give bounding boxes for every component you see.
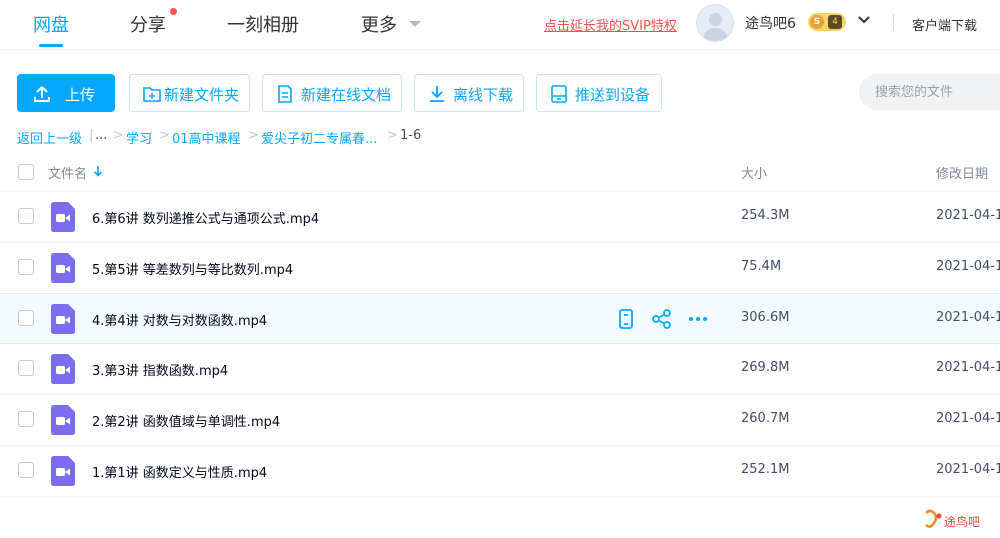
file-size: 254.3M — [741, 208, 790, 223]
column-header-date[interactable]: 修改日期 — [936, 163, 988, 182]
new-folder-icon — [143, 87, 161, 102]
breadcrumb-separator: > — [159, 128, 170, 143]
tab-photo-album[interactable]: 一刻相册 — [227, 11, 299, 37]
notification-dot — [170, 8, 177, 15]
video-file-icon — [51, 456, 75, 486]
column-header-size[interactable]: 大小 — [741, 163, 767, 182]
table-row[interactable]: 6.第6讲 数列递推公式与通项公式.mp4 254.3M 2021-04-19 — [0, 192, 1000, 243]
breadcrumb-separator: > — [387, 128, 398, 143]
file-size: 306.6M — [741, 310, 790, 325]
breadcrumb-item[interactable]: 学习 — [126, 128, 152, 147]
breadcrumb-item[interactable]: 爱尖子初二专属春... — [261, 128, 377, 147]
divider — [893, 14, 894, 30]
file-date: 2021-04-19 — [936, 259, 1000, 274]
share-icon[interactable] — [651, 308, 673, 330]
video-file-icon — [51, 304, 75, 334]
vip-badge[interactable]: S 4 — [808, 13, 846, 31]
row-checkbox[interactable] — [18, 310, 34, 326]
file-size: 252.1M — [741, 462, 790, 477]
vip-level: 4 — [828, 15, 842, 29]
chevron-down-icon[interactable] — [856, 12, 872, 28]
sort-down-arrow-icon[interactable] — [93, 165, 103, 177]
file-size: 75.4M — [741, 259, 782, 274]
document-icon — [278, 85, 292, 103]
video-file-icon — [51, 202, 75, 232]
breadcrumb-current: 1-6 — [400, 128, 422, 143]
table-row[interactable]: 5.第5讲 等差数列与等比数列.mp4 75.4M 2021-04-19 — [0, 243, 1000, 294]
top-navbar: 网盘 分享 一刻相册 更多 点击延长我的SVIP特权 途鸟吧6 S 4 客户端下… — [0, 0, 1000, 50]
tab-share[interactable]: 分享 — [130, 11, 166, 37]
more-caret-icon[interactable] — [409, 21, 421, 27]
row-checkbox[interactable] — [18, 462, 34, 478]
device-icon — [551, 85, 567, 103]
column-header-name[interactable]: 文件名 — [48, 163, 87, 182]
active-tab-indicator — [39, 44, 63, 47]
watermark-text: 途鸟吧 — [944, 514, 980, 529]
watermark-logo: 途鸟吧 — [925, 509, 980, 529]
svip-extend-link[interactable]: 点击延长我的SVIP特权 — [544, 15, 677, 34]
file-date: 2021-04-19 — [936, 208, 1000, 223]
table-row[interactable]: 4.第4讲 对数与对数函数.mp4 306.6M 2021-04-19 — [0, 293, 1000, 344]
offline-download-button[interactable]: 离线下载 — [414, 74, 524, 112]
upload-label: 上传 — [65, 86, 96, 104]
file-name[interactable]: 2.第2讲 函数值域与单调性.mp4 — [92, 411, 280, 430]
search-input[interactable] — [859, 74, 1000, 110]
file-size: 269.8M — [741, 360, 790, 375]
breadcrumb-separator: | — [89, 128, 94, 143]
upload-icon — [34, 86, 50, 102]
tab-netdisk[interactable]: 网盘 — [33, 11, 69, 37]
video-file-icon — [51, 405, 75, 435]
avatar[interactable] — [696, 4, 734, 42]
file-name[interactable]: 1.第1讲 函数定义与性质.mp4 — [92, 462, 267, 481]
file-name[interactable]: 5.第5讲 等差数列与等比数列.mp4 — [92, 259, 293, 278]
new-online-doc-button[interactable]: 新建在线文档 — [262, 74, 402, 112]
file-date: 2021-04-19 — [936, 360, 1000, 375]
upload-button[interactable]: 上传 — [17, 74, 115, 112]
new-folder-button[interactable]: 新建文件夹 — [129, 74, 250, 112]
username[interactable]: 途鸟吧6 — [745, 13, 796, 33]
breadcrumb-separator: > — [113, 128, 124, 143]
tab-more[interactable]: 更多 — [361, 11, 397, 37]
table-row[interactable]: 1.第1讲 函数定义与性质.mp4 252.1M 2021-04-19 — [0, 446, 1000, 497]
push-to-device-icon[interactable] — [615, 308, 637, 330]
row-checkbox[interactable] — [18, 259, 34, 275]
row-checkbox[interactable] — [18, 360, 34, 376]
client-download-link[interactable]: 客户端下载 — [912, 15, 977, 34]
svip-s-icon: S — [810, 15, 824, 29]
push-to-device-button[interactable]: 推送到设备 — [536, 74, 662, 112]
breadcrumb-back[interactable]: 返回上一级 — [17, 128, 82, 147]
more-options-icon[interactable] — [687, 308, 709, 330]
file-date: 2021-04-19 — [936, 462, 1000, 477]
file-date: 2021-04-19 — [936, 411, 1000, 426]
table-row[interactable]: 2.第2讲 函数值域与单调性.mp4 260.7M 2021-04-19 — [0, 395, 1000, 446]
new-folder-label: 新建文件夹 — [164, 86, 240, 104]
file-date: 2021-04-19 — [936, 310, 1000, 325]
file-size: 260.7M — [741, 411, 790, 426]
row-checkbox[interactable] — [18, 208, 34, 224]
offline-download-label: 离线下载 — [453, 86, 514, 104]
select-all-checkbox[interactable] — [18, 164, 34, 180]
file-name[interactable]: 4.第4讲 对数与对数函数.mp4 — [92, 310, 267, 329]
table-row[interactable]: 3.第3讲 指数函数.mp4 269.8M 2021-04-19 — [0, 344, 1000, 395]
table-header — [0, 150, 1000, 192]
file-name[interactable]: 3.第3讲 指数函数.mp4 — [92, 360, 228, 379]
breadcrumb-item[interactable]: 01高中课程 — [172, 128, 241, 147]
push-to-device-label: 推送到设备 — [575, 86, 651, 104]
download-icon — [430, 86, 444, 102]
video-file-icon — [51, 253, 75, 283]
new-online-doc-label: 新建在线文档 — [301, 86, 392, 104]
breadcrumb-separator: > — [248, 128, 259, 143]
video-file-icon — [51, 354, 75, 384]
breadcrumb-ellipsis[interactable]: ... — [95, 128, 107, 143]
row-checkbox[interactable] — [18, 411, 34, 427]
file-name[interactable]: 6.第6讲 数列递推公式与通项公式.mp4 — [92, 208, 319, 227]
